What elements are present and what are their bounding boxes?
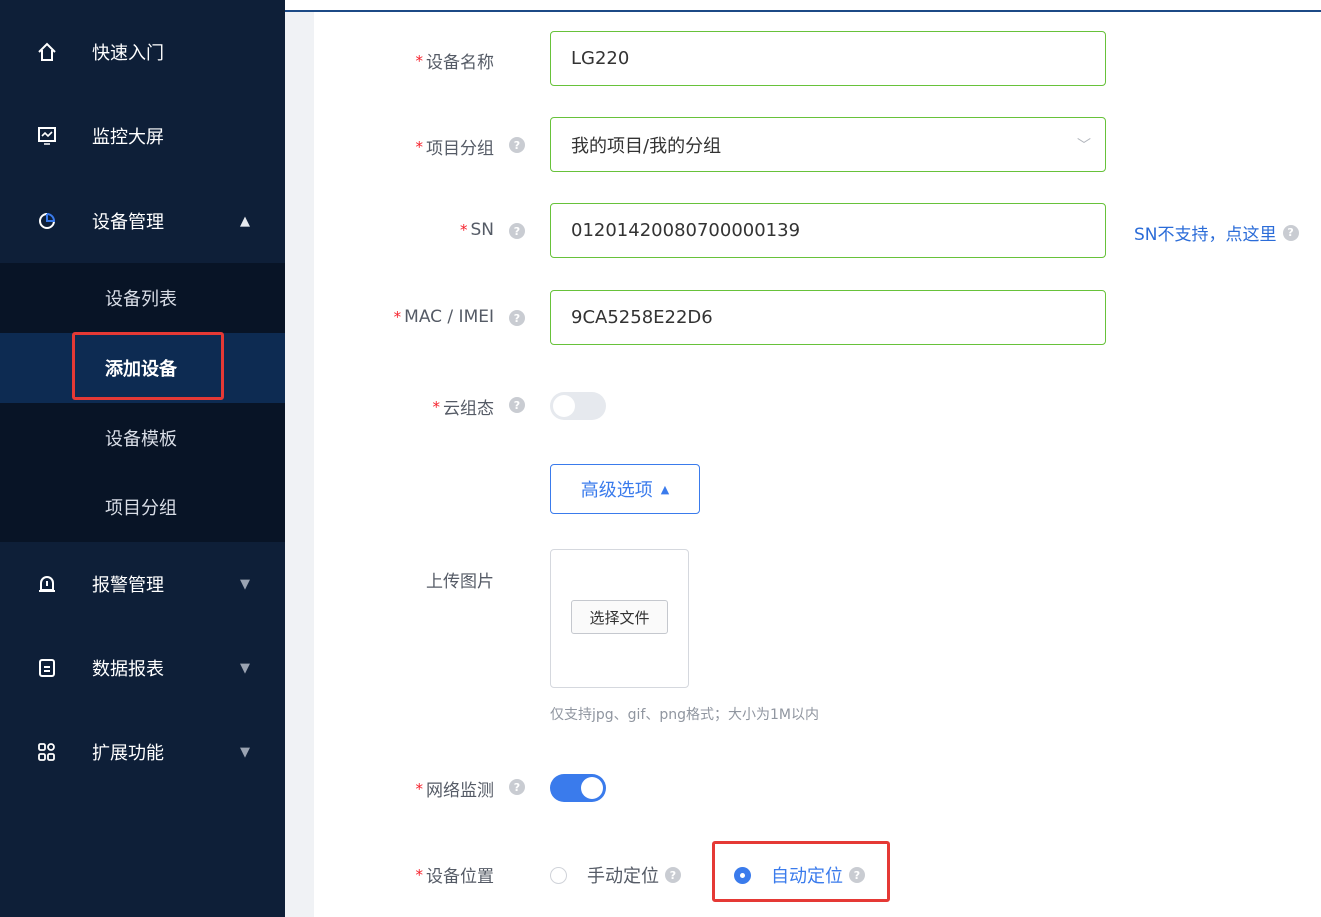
sidebar-item-alarm-management[interactable]: 报警管理 ▼: [0, 542, 285, 626]
upload-area[interactable]: 选择文件: [550, 549, 689, 688]
submenu-item-label: 项目分组: [105, 498, 177, 519]
field-label: * 网络监测: [415, 776, 495, 802]
required-mark: *: [459, 221, 468, 239]
sn-input[interactable]: 01201420080700000139: [550, 203, 1106, 258]
caret-up-icon: ▲: [240, 213, 250, 229]
monitor-icon: [34, 123, 60, 149]
form-row-project-group: * 项目分组 ? 我的项目/我的分组 ﹀: [314, 117, 1321, 173]
field-label-text: 设备位置: [426, 867, 494, 887]
field-label: * SN: [460, 220, 494, 240]
form-row-device-name: * 设备名称 LG220: [314, 31, 1321, 87]
form-row-sn: * SN ? 01201420080700000139 SN不支持，点这里?: [314, 203, 1321, 259]
radio-button[interactable]: [550, 866, 567, 884]
field-label: * 项目分组: [415, 134, 495, 160]
caret-up-icon: ▲: [660, 482, 670, 496]
choose-file-button[interactable]: 选择文件: [571, 600, 668, 634]
sidebar-item-device-management[interactable]: 设备管理 ▲: [0, 179, 285, 263]
field-label-text: 设备名称: [426, 53, 494, 73]
form-row-network-monitor: * 网络监测 ?: [314, 772, 1321, 804]
help-icon[interactable]: ?: [509, 310, 525, 326]
button-label: 选择文件: [589, 608, 650, 627]
sidebar: 快速入门 监控大屏 设备管理 ▲ 设备列表 添加设备 设备模板 项目分组 报警管…: [0, 0, 285, 917]
help-icon: ?: [665, 867, 681, 883]
required-mark: *: [432, 397, 441, 416]
home-icon: [34, 39, 60, 65]
form-row-advanced: 高级选项 ▲: [314, 464, 1321, 514]
required-mark: *: [415, 51, 424, 70]
field-label: * 设备名称: [415, 48, 495, 74]
field-label-text: 云组态: [443, 399, 494, 419]
sidebar-item-label: 快速入门: [92, 43, 164, 64]
chevron-down-icon: ﹀: [1077, 137, 1091, 154]
field-label: * MAC / IMEI: [394, 307, 494, 327]
button-label: 高级选项: [580, 480, 653, 501]
form-row-mac-imei: * MAC / IMEI ? 9CA5258E22D6: [314, 290, 1321, 346]
radio-manual-location[interactable]: 手动定位 ?: [550, 862, 681, 888]
sn-unsupported-link[interactable]: SN不支持，点这里?: [1134, 220, 1299, 245]
submenu-item-device-template[interactable]: 设备模板: [0, 403, 285, 473]
input-value: 9CA5258E22D6: [571, 307, 713, 328]
sidebar-item-extensions[interactable]: 扩展功能 ▼: [0, 710, 285, 794]
caret-down-icon: ▼: [240, 744, 250, 760]
cloud-config-switch[interactable]: [550, 392, 606, 420]
sidebar-item-data-report[interactable]: 数据报表 ▼: [0, 626, 285, 710]
form-row-upload: 上传图片 选择文件 仅支持jpg、gif、png格式；大小为1M以内: [314, 549, 1321, 729]
sidebar-item-label: 设备管理: [92, 212, 164, 233]
sidebar-item-monitor-screen[interactable]: 监控大屏: [0, 94, 285, 178]
input-value: LG220: [571, 48, 630, 69]
sidebar-item-label: 监控大屏: [92, 127, 164, 148]
radio-label: 手动定位: [587, 866, 659, 887]
caret-down-icon: ▼: [240, 660, 250, 676]
sidebar-item-label: 报警管理: [92, 575, 164, 596]
submenu-item-project-group[interactable]: 项目分组: [0, 472, 285, 542]
highlight-box-add-device: [72, 332, 224, 400]
switch-knob: [553, 395, 575, 417]
form-row-cloud-config: * 云组态 ?: [314, 390, 1321, 422]
device-submenu: 设备列表 添加设备 设备模板 项目分组: [0, 263, 285, 542]
field-label-text: 网络监测: [426, 781, 494, 801]
help-icon[interactable]: ?: [509, 137, 525, 153]
sidebar-item-quick-start[interactable]: 快速入门: [0, 10, 285, 94]
field-label-text: 项目分组: [426, 139, 494, 159]
select-value: 我的项目/我的分组: [571, 135, 722, 157]
field-label: 上传图片: [426, 567, 494, 592]
help-icon[interactable]: ?: [509, 397, 525, 413]
report-icon: [34, 655, 60, 681]
sidebar-item-label: 数据报表: [92, 659, 164, 680]
field-label-text: 上传图片: [426, 572, 494, 592]
alarm-icon: [34, 571, 60, 597]
field-label: * 设备位置: [415, 862, 495, 888]
network-monitor-switch[interactable]: [550, 774, 606, 802]
submenu-item-label: 设备列表: [105, 289, 177, 310]
submenu-item-label: 设备模板: [105, 429, 177, 450]
help-icon[interactable]: ?: [509, 223, 525, 239]
submenu-item-device-list[interactable]: 设备列表: [0, 263, 285, 333]
highlight-box-auto-location: [712, 841, 890, 902]
help-icon[interactable]: ?: [509, 779, 525, 795]
field-label-text: MAC / IMEI: [404, 307, 494, 327]
required-mark: *: [393, 308, 402, 326]
mac-imei-input[interactable]: 9CA5258E22D6: [550, 290, 1106, 345]
layout-gutter: [285, 12, 314, 917]
field-label-text: SN: [470, 220, 494, 240]
switch-knob: [581, 777, 603, 799]
field-label: * 云组态: [432, 394, 495, 420]
required-mark: *: [415, 137, 424, 156]
caret-down-icon: ▼: [240, 576, 250, 592]
advanced-options-button[interactable]: 高级选项 ▲: [550, 464, 700, 514]
required-mark: *: [415, 865, 424, 884]
apps-icon: [34, 739, 60, 765]
upload-hint: 仅支持jpg、gif、png格式；大小为1M以内: [550, 707, 820, 723]
sidebar-item-label: 扩展功能: [92, 743, 164, 764]
device-name-input[interactable]: LG220: [550, 31, 1106, 86]
input-value: 01201420080700000139: [571, 220, 801, 241]
pie-chart-icon: [34, 208, 60, 234]
required-mark: *: [415, 779, 424, 798]
help-icon: ?: [1282, 224, 1299, 241]
link-text: SN不支持，点这里: [1134, 225, 1277, 245]
project-group-select[interactable]: 我的项目/我的分组 ﹀: [550, 117, 1106, 172]
